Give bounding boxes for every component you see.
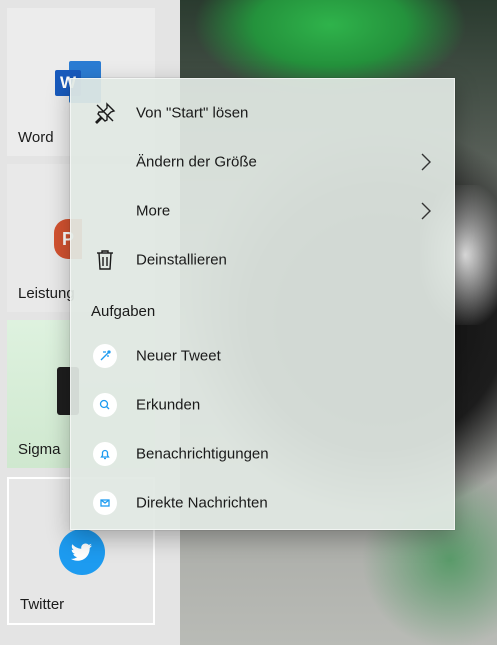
task-label: Neuer Tweet <box>136 347 221 365</box>
tile-label: Leistung <box>18 285 75 302</box>
task-new-tweet[interactable]: Neuer Tweet <box>71 332 454 380</box>
chevron-right-icon <box>420 202 432 220</box>
search-icon <box>93 393 117 417</box>
task-label: Benachrichtigungen <box>136 445 269 463</box>
tile-label: Sigma <box>18 441 61 458</box>
menu-item-more[interactable]: More <box>71 187 454 235</box>
section-title-tasks: Aufgaben <box>91 303 156 320</box>
mail-icon <box>93 491 117 515</box>
menu-item-label: Von "Start" lösen <box>136 104 249 122</box>
chevron-right-icon <box>420 153 432 171</box>
menu-item-label: Ändern der Größe <box>136 153 257 171</box>
task-label: Erkunden <box>136 396 201 414</box>
menu-item-label: Deinstallieren <box>136 251 227 269</box>
twitter-bird-icon <box>59 529 105 575</box>
trash-icon <box>93 248 117 272</box>
menu-item-uninstall[interactable]: Deinstallieren <box>71 236 454 284</box>
task-label: Direkte Nachrichten <box>136 494 268 512</box>
menu-item-resize[interactable]: Ändern der Größe <box>71 138 454 186</box>
menu-item-unpin[interactable]: Von "Start" lösen <box>71 89 454 137</box>
tile-context-menu: Von "Start" lösen Ändern der Größe More … <box>70 78 455 530</box>
task-direct-messages[interactable]: Direkte Nachrichten <box>71 479 454 527</box>
unpin-icon <box>93 101 117 125</box>
task-notifications[interactable]: Benachrichtigungen <box>71 430 454 478</box>
tile-label: Twitter <box>20 596 65 613</box>
tile-label: Word <box>18 129 54 146</box>
bell-icon <box>93 442 117 466</box>
compose-icon <box>93 344 117 368</box>
task-explore[interactable]: Erkunden <box>71 381 454 429</box>
menu-item-label: More <box>136 202 171 220</box>
